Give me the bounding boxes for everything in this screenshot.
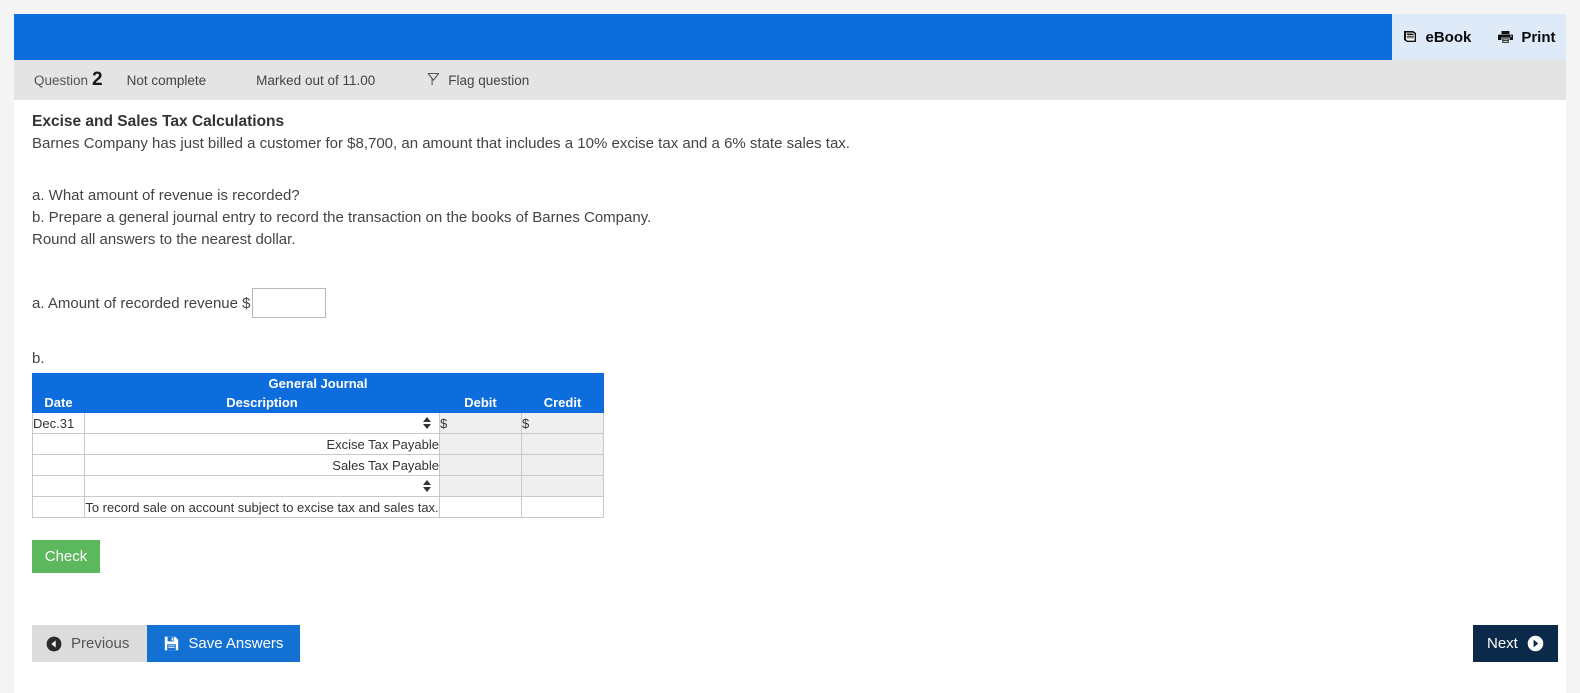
requirement-b: b. Prepare a general journal entry to re… [32,209,652,226]
row-5-date [32,496,85,518]
tool-panel: eBook Print [1392,14,1566,60]
question-title: Excise and Sales Tax Calculations [32,113,285,130]
row-5-credit[interactable] [520,496,605,518]
quiz-page: eBook Print Question 2 Not complete Mark… [0,0,1580,693]
question-number: 2 [92,69,103,90]
book-icon [1402,30,1418,44]
ebook-button[interactable]: eBook [1402,29,1471,46]
row-2-description: Excise Tax Payable [84,433,440,455]
part-b-label: b. [32,350,45,367]
row-1-account-select[interactable] [84,412,440,434]
chevron-updown-icon [423,417,431,429]
save-answers-button[interactable]: Save Answers [147,625,301,662]
row-1-debit[interactable]: $ [439,412,522,434]
row-3-debit[interactable] [439,454,522,476]
circle-arrow-right-icon [1527,635,1544,652]
row-4-date [32,475,85,497]
row-3-credit[interactable] [520,454,605,476]
row-1-date: Dec.31 [32,412,85,434]
question-info-strip: Question 2 Not complete Marked out of 11… [14,60,1566,100]
flag-question-button[interactable]: Flag question [427,72,529,89]
row-4-account-select[interactable] [84,475,440,497]
top-blue-bar [14,14,1566,60]
previous-label: Previous [71,635,130,652]
table-row: Excise Tax Payable [32,433,605,455]
journal-column-header-row: Date Description Debit Credit [32,392,605,413]
table-row: To record sale on account subject to exc… [32,496,605,518]
chevron-updown-icon [423,480,431,492]
column-header-debit: Debit [439,392,522,413]
general-journal-table: General Journal Date Description Debit C… [31,373,605,518]
flag-question-label: Flag question [448,72,530,88]
previous-button[interactable]: Previous [32,625,148,662]
question-label: Question [34,72,89,88]
row-2-debit[interactable] [439,433,522,455]
ebook-label: eBook [1425,28,1472,46]
row-5-debit[interactable] [439,496,522,518]
print-button[interactable]: Print [1497,28,1556,46]
question-content: Excise and Sales Tax Calculations Barnes… [14,100,1566,693]
column-header-credit: Credit [520,392,605,413]
journal-title-row: General Journal [31,373,605,393]
table-row [32,475,605,497]
row-2-date [32,433,85,455]
journal-title: General Journal [31,373,605,393]
row-4-debit[interactable] [439,475,522,497]
circle-arrow-left-icon [46,636,62,652]
journal-head: General Journal Date Description Debit C… [31,373,605,413]
completion-state: Not complete [126,72,207,88]
question-body: Barnes Company has just billed a custome… [32,135,850,152]
requirement-a: a. What amount of revenue is recorded? [32,187,300,204]
row-2-credit[interactable] [520,433,605,455]
part-a-row: a. Amount of recorded revenue $ [32,288,327,318]
row-4-credit[interactable] [520,475,605,497]
column-header-date: Date [32,392,85,413]
bottom-nav-left: Previous Save Answers [32,625,301,662]
printer-icon [1497,30,1514,44]
part-a-label: a. Amount of recorded revenue $ [32,294,251,312]
check-button[interactable]: Check [32,540,100,573]
next-button[interactable]: Next [1473,625,1558,662]
row-5-description: To record sale on account subject to exc… [84,496,440,518]
floppy-disk-icon [164,636,179,651]
marks-out-of: Marked out of 11.00 [256,72,376,88]
table-row: Dec.31 $ $ [32,412,605,434]
save-answers-label: Save Answers [188,635,284,652]
journal-body: Dec.31 $ $ Excise Tax Payable Sales Tax … [32,412,605,518]
print-label: Print [1521,28,1556,46]
row-1-credit[interactable]: $ [520,412,605,434]
table-row: Sales Tax Payable [32,454,605,476]
column-header-description: Description [84,392,440,413]
row-3-description: Sales Tax Payable [84,454,440,476]
row-3-date [32,454,85,476]
next-label: Next [1487,635,1518,652]
flag-icon [427,72,440,89]
recorded-revenue-input[interactable] [252,288,327,318]
requirement-rounding: Round all answers to the nearest dollar. [32,231,296,248]
